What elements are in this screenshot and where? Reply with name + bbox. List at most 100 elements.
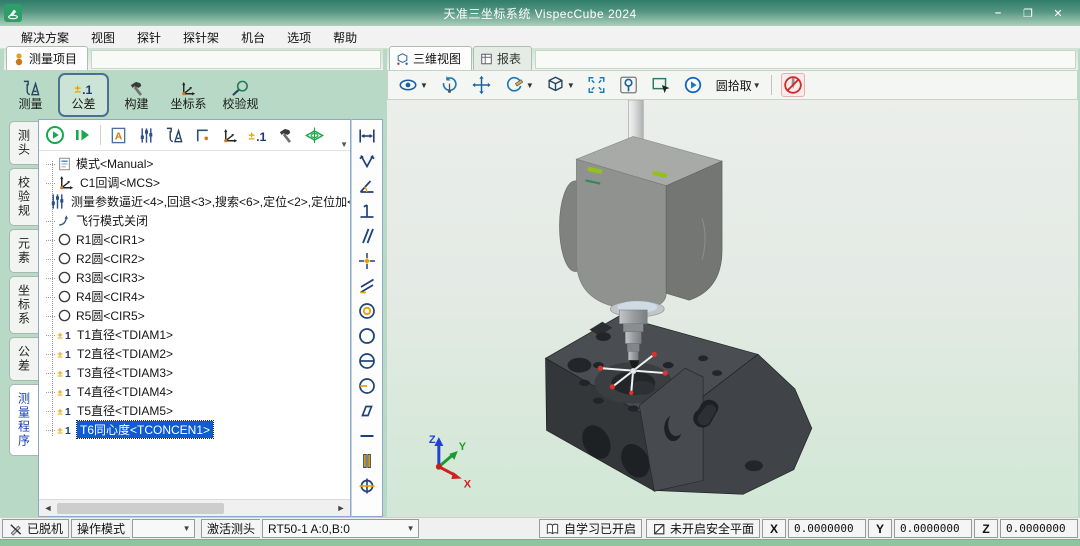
tab-view-3d[interactable]: 三维视图 (389, 46, 472, 70)
gdt-position-target-button[interactable] (355, 250, 379, 272)
plane-feature-button[interactable] (303, 124, 325, 146)
scroll-right-button[interactable]: ► (333, 502, 349, 515)
tree-item[interactable]: ±1T4直径<TDIAM4> (39, 382, 350, 401)
gdt-angle-button[interactable] (355, 175, 379, 197)
gdt-runout-button[interactable] (355, 375, 379, 397)
construct-button[interactable] (275, 124, 297, 146)
gdt-flatness-button[interactable] (355, 400, 379, 422)
tree-item[interactable]: R4圆<CIR4> (39, 287, 350, 306)
ribbon-check-gauge-button[interactable]: 校验规 (216, 74, 265, 116)
menu-probe[interactable]: 探针 (126, 26, 172, 49)
probe-disabled-button[interactable] (781, 73, 805, 97)
ribbon-construct-button[interactable]: 构建 (112, 74, 161, 116)
menu-probe-rack[interactable]: 探针架 (172, 26, 230, 49)
tree-item[interactable]: ±1T6同心度<TCONCEN1> (39, 420, 350, 439)
view-orient-button[interactable]: ▼ (502, 74, 535, 96)
self-learn-status: 自学习已开启 (539, 519, 642, 538)
tree-item[interactable]: ±1T5直径<TDIAM5> (39, 401, 350, 420)
safety-plane-label: 未开启安全平面 (670, 520, 754, 537)
rotate-view-button[interactable] (438, 74, 461, 96)
chevron-down-icon[interactable]: ▼ (526, 81, 534, 90)
circle-pick-button[interactable]: 圆拾取▼ (713, 76, 762, 95)
safety-plane-status: 未开启安全平面 (646, 519, 760, 538)
tree-item[interactable]: R5圆<CIR5> (39, 306, 350, 325)
gdt-perpendicularity-button[interactable] (355, 200, 379, 222)
tree-item[interactable]: ±1T3直径<TDIAM3> (39, 363, 350, 382)
tree-item-label: T3直径<TDIAM3> (77, 364, 173, 381)
chevron-down-icon[interactable]: ▼ (420, 81, 428, 90)
view-orient-icon (503, 75, 525, 95)
tree-item[interactable]: R2圆<CIR2> (39, 249, 350, 268)
tree-item[interactable]: C1回调<MCS> (39, 173, 350, 192)
scrollbar-thumb[interactable] (57, 503, 224, 514)
minimize-button[interactable]: – (984, 3, 1012, 23)
corner-point-button[interactable] (191, 124, 213, 146)
side-tab-check-gauge[interactable]: 校验规 (9, 168, 38, 226)
tree-item[interactable]: 模式<Manual> (39, 154, 350, 173)
menu-machine[interactable]: 机台 (230, 26, 276, 49)
tree-item[interactable]: 测量参数逼近<4>,回退<3>,搜索<6>,定位<2>,定位加<2>,测 (39, 192, 350, 211)
ribbon-measure-button[interactable]: 测量 (6, 74, 55, 116)
view-cube-button[interactable]: ▼ (544, 74, 576, 96)
measure-params-button[interactable] (135, 124, 157, 146)
side-tab-measure-program[interactable]: 测量程序 (9, 384, 38, 456)
side-tab-probe-head[interactable]: 测头 (9, 121, 38, 165)
auto-label-button[interactable]: A (107, 124, 129, 146)
horizontal-scrollbar[interactable]: ◄ ► (39, 499, 350, 516)
gdt-line-profile-button[interactable] (355, 350, 379, 372)
chevron-down-icon[interactable]: ▼ (567, 81, 575, 90)
active-probe-select[interactable]: RT50-1 A:0,B:0 ▼ (262, 519, 419, 538)
viewport-3d[interactable]: Z Y X (387, 100, 1078, 517)
menu-options[interactable]: 选项 (276, 26, 322, 49)
gdt-position-button[interactable] (355, 475, 379, 497)
gdt-straightness-button[interactable] (355, 425, 379, 447)
measure-tools-button[interactable] (163, 124, 185, 146)
play-view-button[interactable] (682, 74, 704, 96)
gdt-symmetry-icon (357, 451, 377, 471)
ribbon-coordinate-system-button[interactable]: 坐标系 (164, 74, 213, 116)
tree-item[interactable]: ±1T2直径<TDIAM2> (39, 344, 350, 363)
menu-view[interactable]: 视图 (80, 26, 126, 49)
side-tab-tolerance[interactable]: 公差 (9, 337, 38, 381)
tree-item-axes-icon (57, 173, 76, 192)
tolerance-button[interactable]: ±.1 (247, 124, 269, 146)
zoom-fit-button[interactable] (585, 74, 608, 96)
locate-button[interactable] (617, 74, 640, 96)
run-button[interactable] (44, 124, 66, 146)
side-tab-coordinate-system[interactable]: 坐标系 (9, 276, 38, 334)
scroll-left-button[interactable]: ◄ (40, 502, 56, 515)
mode-select[interactable]: ▼ (132, 519, 195, 538)
gdt-distance-button[interactable] (355, 125, 379, 147)
gdt-circularity-button[interactable] (355, 325, 379, 347)
tab-report[interactable]: 报表 (473, 46, 532, 70)
gdt-symmetry-button[interactable] (355, 450, 379, 472)
tree-item[interactable]: 飞行模式关闭 (39, 211, 350, 230)
pan-view-button[interactable] (470, 74, 493, 96)
ribbon-tolerance-button[interactable]: ±.1公差 (58, 73, 109, 117)
toolbar-overflow-button[interactable]: ▼ (340, 140, 348, 149)
tree-item[interactable]: R1圆<CIR1> (39, 230, 350, 249)
step-run-button[interactable] (72, 124, 94, 146)
tree-item[interactable]: R3圆<CIR3> (39, 268, 350, 287)
tree-connector (46, 429, 55, 431)
tree-connector (46, 353, 55, 355)
gdt-angularity-button[interactable] (355, 275, 379, 297)
coord-value-z: 0.0000000 (1000, 519, 1078, 538)
chevron-down-icon[interactable]: ▼ (753, 81, 761, 90)
menu-help[interactable]: 帮助 (322, 26, 368, 49)
gdt-concentricity-button[interactable] (355, 300, 379, 322)
gdt-parallelism-button[interactable] (355, 225, 379, 247)
maximize-button[interactable]: ❐ (1014, 3, 1042, 23)
tab-measure-project[interactable]: 测量项目 (6, 46, 88, 70)
coord-axis-z: Z (974, 519, 998, 538)
auto-label-icon: A (109, 126, 128, 145)
tree-item-label: T4直径<TDIAM4> (77, 383, 173, 400)
svg-text:1: 1 (65, 350, 71, 361)
tree-item[interactable]: ±1T1直径<TDIAM1> (39, 325, 350, 344)
window-select-button[interactable] (649, 74, 673, 96)
coordinate-system-button[interactable] (219, 124, 241, 146)
close-button[interactable]: ✕ (1044, 3, 1072, 23)
view-eye-button[interactable]: ▼ (396, 74, 429, 96)
gdt-angle-v-button[interactable] (355, 150, 379, 172)
side-tab-element[interactable]: 元素 (9, 229, 38, 273)
